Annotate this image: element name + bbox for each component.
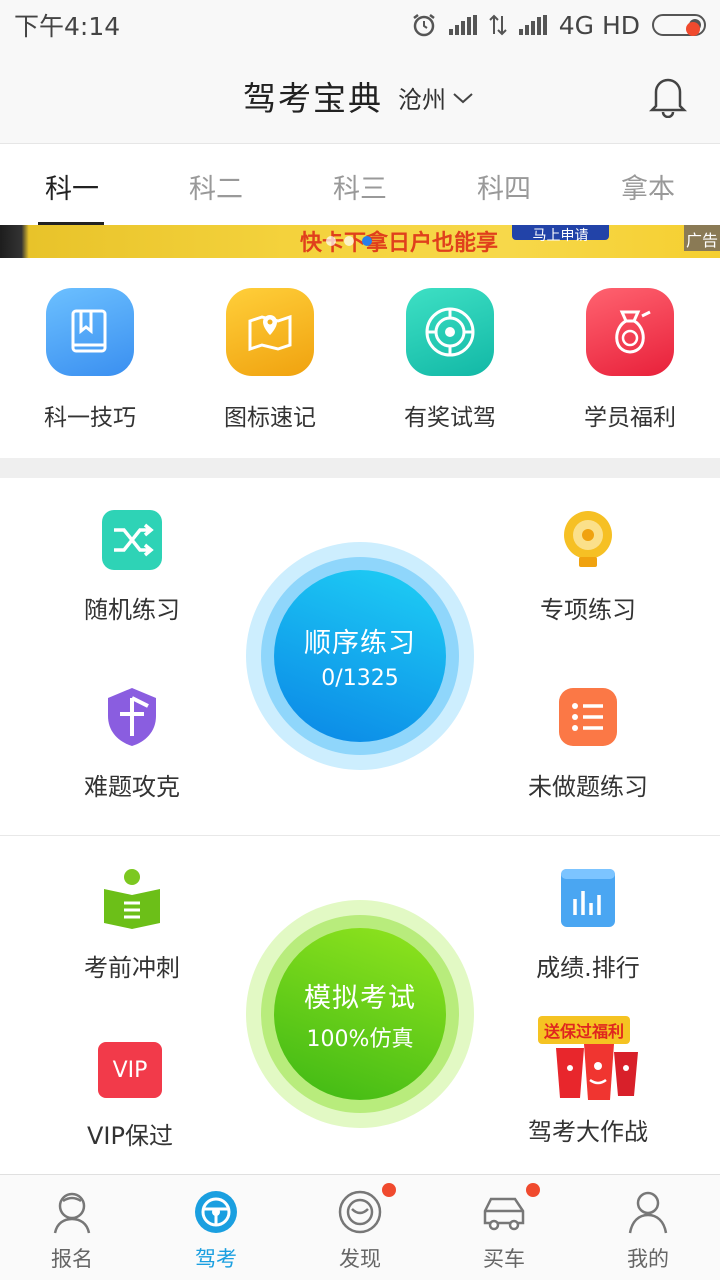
- bar-chart-icon: [556, 866, 620, 930]
- nav-discover[interactable]: 发现: [288, 1175, 432, 1280]
- status-time: 下午4:14: [14, 12, 121, 41]
- money-bag-icon: [586, 288, 674, 376]
- city-name: 沧州: [398, 86, 446, 114]
- banner-dot-active: [362, 236, 372, 246]
- nav-label: 我的: [627, 1247, 669, 1271]
- random-practice-label: 随机练习: [84, 596, 180, 624]
- quick-link-tips[interactable]: 科一技巧: [0, 258, 180, 458]
- quick-link-label: 有奖试驾: [404, 405, 496, 431]
- special-practice-label: 专项练习: [540, 596, 636, 624]
- vip-pass-label: VIP保过: [87, 1122, 173, 1150]
- hard-practice-label: 难题攻克: [84, 773, 180, 801]
- nav-drive[interactable]: 驾考: [144, 1175, 288, 1280]
- steering-target-icon: [406, 288, 494, 376]
- data-transfer-icon: [489, 14, 507, 36]
- nav-label: 驾考: [195, 1247, 237, 1271]
- tab-ke1[interactable]: 科一: [0, 145, 144, 225]
- nav-buy-car[interactable]: 买车: [432, 1175, 576, 1280]
- sequence-practice-button[interactable]: 顺序练习 0/1325: [246, 542, 474, 770]
- ranking-label: 成绩.排行: [536, 954, 640, 982]
- tab-ke2[interactable]: 科二: [144, 145, 288, 225]
- mock-ring: 模拟考试 100%仿真: [261, 915, 459, 1113]
- exam-section: 考前冲刺 成绩.排行 VIP VIP保过 送保过福利 驾考大作战 模拟考试 10…: [0, 836, 720, 1174]
- car-icon: [481, 1189, 527, 1235]
- profile-icon: [625, 1189, 671, 1235]
- nav-label: 报名: [51, 1247, 93, 1271]
- nav-badge-dot: [382, 1183, 396, 1197]
- nav-badge-dot: [526, 1183, 540, 1197]
- sprint-practice[interactable]: 考前冲刺: [32, 866, 232, 983]
- shield-icon: [100, 685, 164, 749]
- banner-dot: [344, 236, 354, 246]
- nav-label: 买车: [483, 1247, 525, 1271]
- banner-dot: [326, 236, 336, 246]
- undone-practice[interactable]: 未做题练习: [488, 685, 688, 802]
- section-divider: [0, 458, 720, 478]
- sequence-title: 顺序练习: [304, 628, 416, 659]
- app-header: 驾考宝典 沧州: [0, 50, 720, 144]
- sequence-core: 顺序练习 0/1325: [274, 570, 446, 742]
- mock-exam-button[interactable]: 模拟考试 100%仿真: [246, 900, 474, 1128]
- network-type: 4G HD: [558, 10, 640, 40]
- mock-title: 模拟考试: [304, 982, 416, 1014]
- steering-wheel-icon: [193, 1189, 239, 1235]
- status-icons: 4G HD: [411, 11, 706, 40]
- tab-ke4[interactable]: 科四: [432, 145, 576, 225]
- signal-icon: [448, 15, 477, 35]
- quick-link-signs[interactable]: 图标速记: [180, 258, 360, 458]
- ranking[interactable]: 成绩.排行: [488, 866, 688, 983]
- mock-core: 模拟考试 100%仿真: [274, 928, 446, 1100]
- practice-section: 随机练习 专项练习 难题攻克 未做题练习 顺序练习 0/1325: [0, 478, 720, 835]
- special-practice[interactable]: 专项练习: [488, 508, 688, 625]
- signup-icon: [49, 1189, 95, 1235]
- open-book-icon: [100, 866, 164, 930]
- nav-profile[interactable]: 我的: [576, 1175, 720, 1280]
- city-selector[interactable]: 沧州: [398, 80, 474, 115]
- bell-icon[interactable]: [648, 72, 688, 118]
- sprint-label: 考前冲刺: [84, 954, 180, 982]
- undone-practice-label: 未做题练习: [528, 773, 648, 801]
- vip-pass[interactable]: VIP VIP保过: [30, 1042, 230, 1151]
- battle-label: 驾考大作战: [528, 1118, 648, 1146]
- tab-naben[interactable]: 拿本: [576, 145, 720, 225]
- book-icon: [46, 288, 134, 376]
- chevron-down-icon: [453, 92, 473, 103]
- ad-label: 广告: [684, 225, 720, 251]
- alarm-icon: [412, 14, 435, 37]
- vip-icon: VIP: [98, 1042, 162, 1098]
- quick-links: 科一技巧 图标速记 有奖试驾 学员福利: [0, 258, 720, 458]
- bottom-navigation: 报名 驾考 发现 买车 我的: [0, 1174, 720, 1280]
- discover-icon: [337, 1189, 383, 1235]
- sequence-ring: 顺序练习 0/1325: [261, 557, 459, 755]
- status-bar: 下午4:14 4G HD: [0, 0, 720, 50]
- notification-dot: [686, 22, 700, 36]
- quick-link-label: 科一技巧: [44, 405, 136, 431]
- random-practice[interactable]: 随机练习: [32, 508, 232, 625]
- banner-pagination: [326, 236, 372, 246]
- mock-sub: 100%仿真: [306, 1026, 414, 1052]
- nav-label: 发现: [339, 1247, 381, 1271]
- quick-link-testdrive[interactable]: 有奖试驾: [360, 258, 540, 458]
- subject-tabs: 科一 科二 科三 科四 拿本: [0, 145, 720, 225]
- signal-icon-2: [518, 15, 547, 35]
- app-title: 驾考宝典: [243, 79, 383, 118]
- nav-signup[interactable]: 报名: [0, 1175, 144, 1280]
- tab-ke3[interactable]: 科三: [288, 145, 432, 225]
- quick-link-label: 图标速记: [224, 405, 316, 431]
- hard-practice[interactable]: 难题攻克: [32, 685, 232, 802]
- quick-link-label: 学员福利: [584, 405, 676, 431]
- shuffle-icon: [100, 508, 164, 572]
- sequence-progress: 0/1325: [321, 666, 399, 691]
- map-pin-icon: [226, 288, 314, 376]
- driving-battle[interactable]: 送保过福利 驾考大作战: [488, 1016, 688, 1147]
- quick-link-benefits[interactable]: 学员福利: [540, 258, 720, 458]
- list-icon: [556, 685, 620, 749]
- target-icon: [556, 508, 620, 572]
- banner-apply-button[interactable]: 马上申请: [512, 225, 609, 244]
- battle-icon: 送保过福利: [528, 1016, 648, 1106]
